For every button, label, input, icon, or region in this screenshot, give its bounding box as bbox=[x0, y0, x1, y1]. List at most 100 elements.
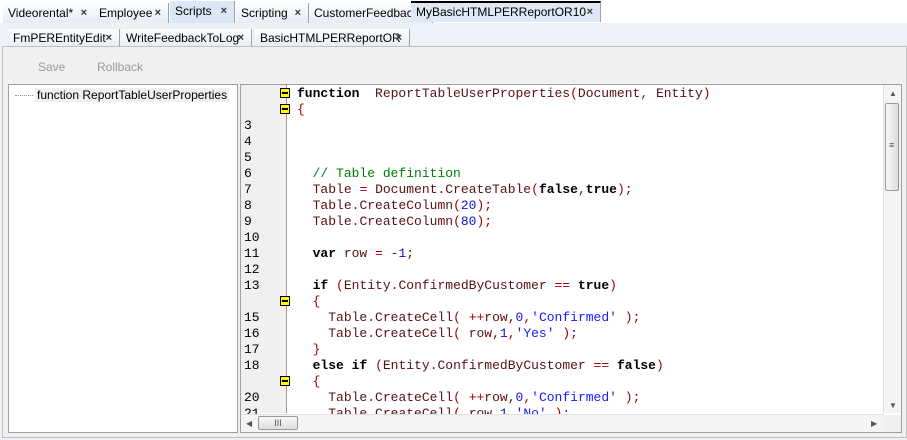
code-text: else if (Entity.ConfirmedByCustomer == f… bbox=[297, 358, 664, 374]
code-token: } bbox=[312, 342, 321, 357]
scroll-left-icon[interactable]: ◀ bbox=[246, 419, 252, 428]
line-number: 11 bbox=[244, 246, 260, 261]
code-line: 10 bbox=[241, 230, 881, 246]
code-editor[interactable]: function ReportTableUserProperties(Docum… bbox=[240, 84, 902, 433]
close-icon[interactable]: × bbox=[238, 29, 244, 47]
code-token: Table bbox=[328, 326, 368, 341]
code-text: } bbox=[297, 342, 321, 358]
code-token: ); bbox=[476, 198, 493, 213]
tab-scripting[interactable]: Scripting × bbox=[236, 3, 309, 23]
code-line: 9 Table.CreateColumn(80); bbox=[241, 214, 881, 230]
fold-toggle-icon[interactable] bbox=[280, 296, 290, 306]
line-number: 4 bbox=[244, 134, 252, 149]
tree-item-function[interactable]: function ReportTableUserProperties bbox=[13, 88, 230, 102]
code-token: . bbox=[367, 326, 376, 341]
code-token: . bbox=[429, 358, 438, 373]
code-token: Table bbox=[328, 310, 368, 325]
code-token: false bbox=[616, 358, 656, 373]
code-token: ( bbox=[336, 278, 344, 293]
code-token: ( bbox=[453, 214, 461, 229]
code-token: ( bbox=[375, 358, 383, 373]
code-token: false bbox=[538, 182, 578, 197]
code-line: 17 } bbox=[241, 342, 881, 358]
close-icon[interactable]: × bbox=[396, 29, 402, 47]
scroll-right-icon[interactable]: ▶ bbox=[871, 419, 877, 428]
code-token: , bbox=[492, 326, 500, 341]
tab-label: FmPEREntityEdit bbox=[13, 31, 106, 45]
save-button[interactable]: Save bbox=[38, 60, 65, 74]
tab-mybasichtmlperreportor10[interactable]: MyBasicHTMLPERReportOR10 × bbox=[411, 1, 601, 22]
scroll-up-icon[interactable]: ▲ bbox=[889, 89, 897, 98]
code-token: Entity bbox=[343, 278, 391, 293]
tab-writefeedbacktolog[interactable]: WriteFeedbackToLog × bbox=[121, 29, 252, 47]
tab-fmperentityedit[interactable]: FmPEREntityEdit × bbox=[8, 29, 120, 47]
tab-label: MyBasicHTMLPERReportOR10 bbox=[416, 5, 587, 19]
code-token: ) bbox=[655, 358, 664, 373]
code-token: ConfirmedByCustomer bbox=[398, 278, 547, 293]
line-number: 6 bbox=[244, 166, 252, 181]
code-token: , bbox=[507, 326, 516, 341]
line-number: 17 bbox=[244, 342, 260, 357]
code-token: ); bbox=[616, 182, 633, 197]
code-line: 11 var row = -1; bbox=[241, 246, 881, 262]
scroll-corner bbox=[884, 415, 901, 432]
code-token: ( bbox=[453, 326, 461, 341]
vertical-scroll-thumb[interactable]: ≡ bbox=[885, 103, 899, 191]
close-icon[interactable]: × bbox=[155, 3, 161, 23]
line-number: 20 bbox=[244, 390, 260, 405]
line-number: 10 bbox=[244, 230, 260, 245]
code-text: { bbox=[297, 374, 321, 390]
code-token: { bbox=[312, 374, 321, 389]
code-token: ( bbox=[453, 198, 461, 213]
fold-toggle-icon[interactable] bbox=[280, 104, 290, 114]
code-token: else bbox=[312, 358, 344, 373]
horizontal-scroll-thumb[interactable]: III bbox=[258, 416, 298, 430]
close-icon[interactable]: × bbox=[587, 3, 593, 21]
code-line: 13 if (Entity.ConfirmedByCustomer == tru… bbox=[241, 278, 881, 294]
code-token: var bbox=[312, 246, 337, 261]
scroll-down-icon[interactable]: ▼ bbox=[889, 401, 897, 410]
code-text: { bbox=[297, 294, 321, 310]
close-icon[interactable]: × bbox=[106, 29, 112, 47]
code-token: ( bbox=[453, 390, 461, 405]
code-token: . bbox=[367, 310, 376, 325]
tab-videorental[interactable]: Videorental* × bbox=[3, 3, 95, 23]
code-token: row bbox=[343, 246, 368, 261]
code-token: function bbox=[297, 86, 360, 101]
code-line: 3 bbox=[241, 118, 881, 134]
fold-toggle-icon[interactable] bbox=[280, 376, 290, 386]
tab-employee[interactable]: Employee × bbox=[94, 3, 169, 23]
vertical-scrollbar[interactable]: ▲ ≡ ▼ bbox=[883, 85, 901, 413]
fold-toggle-icon[interactable] bbox=[280, 88, 290, 98]
code-token: CreateCell bbox=[375, 390, 454, 405]
code-token: Table bbox=[312, 182, 352, 197]
close-icon[interactable]: × bbox=[81, 3, 87, 23]
code-line: 12 bbox=[241, 262, 881, 278]
code-token: ); bbox=[624, 310, 641, 325]
close-icon[interactable]: × bbox=[295, 3, 301, 23]
code-line: 5 bbox=[241, 150, 881, 166]
tab-label: CustomerFeedback* bbox=[314, 6, 424, 20]
close-icon[interactable]: × bbox=[221, 1, 227, 21]
horizontal-scrollbar[interactable]: ◀ III ▶ bbox=[241, 414, 884, 432]
code-line: 16 Table.CreateCell( row,1,'Yes' ); bbox=[241, 326, 881, 342]
code-token: 20 bbox=[460, 198, 477, 213]
code-token: ( bbox=[570, 86, 578, 101]
code-token: , bbox=[507, 310, 516, 325]
code-text: Table.CreateColumn(80); bbox=[297, 214, 492, 230]
code-token: CreateColumn bbox=[359, 214, 454, 229]
rollback-button[interactable]: Rollback bbox=[97, 60, 143, 74]
tab-basichtmlperreportor[interactable]: BasicHTMLPERReportOR × bbox=[255, 29, 410, 47]
tree-connector bbox=[15, 95, 33, 96]
code-token: ; bbox=[406, 246, 415, 261]
tab-scripts[interactable]: Scripts × bbox=[170, 1, 235, 23]
code-token: Entity bbox=[655, 86, 703, 101]
